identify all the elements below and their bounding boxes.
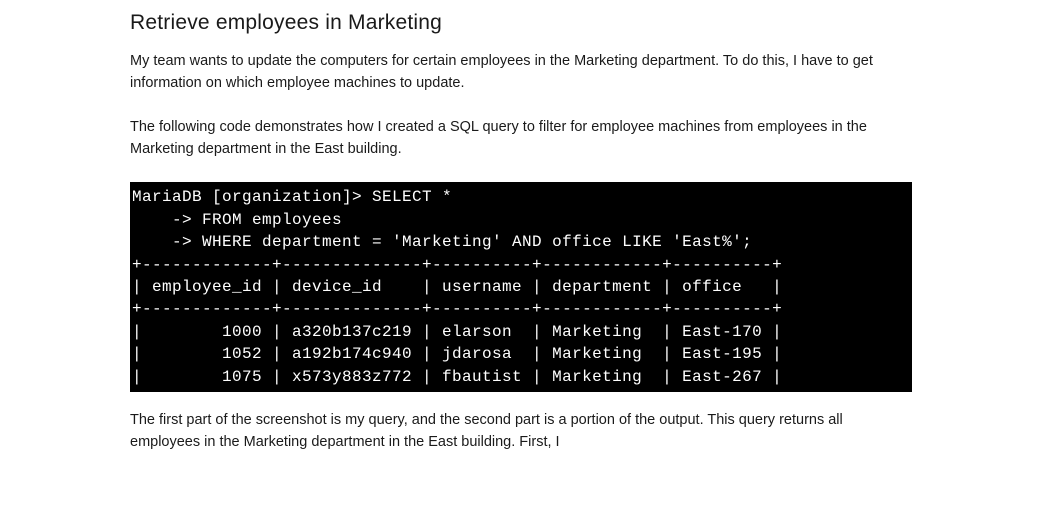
section-heading: Retrieve employees in Marketing [130,8,912,37]
intro-paragraph: My team wants to update the computers fo… [130,51,912,95]
closing-paragraph: The first part of the screenshot is my q… [130,410,912,454]
sql-description-paragraph: The following code demonstrates how I cr… [130,117,912,161]
terminal-output: MariaDB [organization]> SELECT * -> FROM… [130,182,912,392]
